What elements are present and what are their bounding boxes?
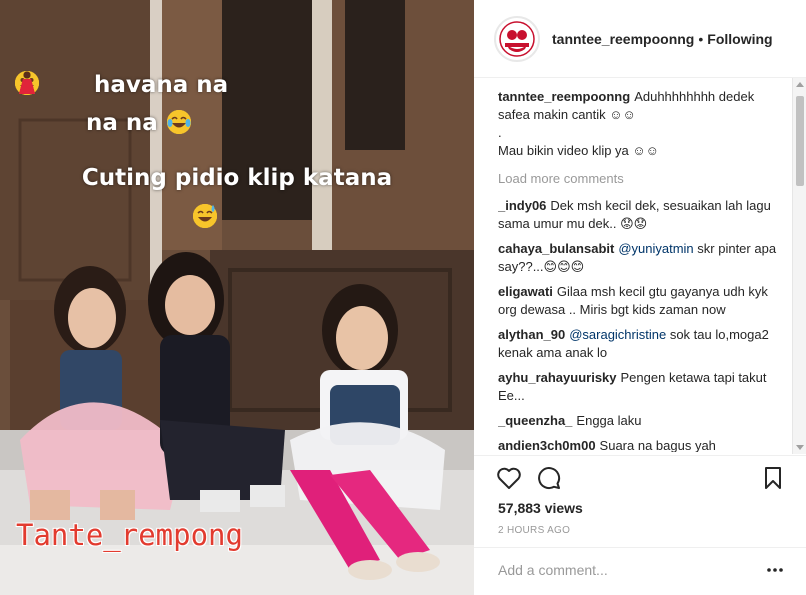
profile-avatar[interactable] — [494, 15, 540, 62]
comment-username-link[interactable]: eligawati — [498, 284, 553, 299]
like-button[interactable] — [496, 465, 522, 491]
header-username-link[interactable]: tanntee_reempoonng — [552, 31, 694, 47]
comment-mention-link[interactable]: @yuniyatmin — [618, 241, 693, 256]
comments-list[interactable]: tanntee_reempoonng Aduhhhhhhhh dedek safe… — [498, 88, 788, 452]
more-options-button[interactable] — [766, 562, 784, 578]
comment-username-link[interactable]: _indy06 — [498, 198, 546, 213]
tears-of-joy-emoji-icon — [167, 110, 191, 134]
scroll-up-arrow-icon[interactable] — [796, 82, 804, 87]
caption-text-line-3: Mau bikin video klip ya ☺☺ — [498, 143, 659, 158]
profile-logo-icon — [499, 20, 535, 57]
comment-item: andien3ch0m00 Suara na bagus yah — [498, 437, 788, 452]
caption-username-link[interactable]: tanntee_reempoonng — [498, 89, 630, 104]
comment-item: _queenzha_ Engga laku — [498, 412, 788, 430]
following-button[interactable]: Following — [707, 31, 772, 47]
comment-item: eligawati Gilaa msh kecil gtu gayanya udh… — [498, 283, 788, 319]
post-video[interactable]: havana na na na Cuting pidio klip katana… — [0, 0, 474, 595]
comment-mention-link[interactable]: @saragichristine — [569, 327, 666, 342]
comment-item: alythan_90 @saragichristine sok tau lo,mo… — [498, 326, 788, 362]
comment-item: _indy06 Dek msh kecil dek, sesuaikan lah … — [498, 197, 788, 233]
add-comment-section — [474, 547, 806, 595]
video-caption-line-3: Cuting pidio klip katana — [81, 165, 393, 191]
post-header: tanntee_reempoonng • Following — [474, 0, 806, 78]
add-comment-input[interactable] — [498, 562, 738, 578]
more-options-icon — [767, 568, 783, 572]
load-more-comments-button[interactable]: Load more comments — [498, 170, 788, 188]
instagram-post-view: havana na na na Cuting pidio klip katana… — [0, 0, 806, 595]
header-separator: • — [698, 30, 704, 47]
post-caption: tanntee_reempoonng Aduhhhhhhhh dedek safe… — [498, 88, 788, 160]
comment-username-link[interactable]: cahaya_bulansabit — [498, 241, 614, 256]
comment-username-link[interactable]: ayhu_rahayuurisky — [498, 370, 617, 385]
caption-text-line-2: . — [498, 125, 502, 140]
comments-scrollbar[interactable] — [792, 78, 806, 454]
scroll-down-arrow-icon[interactable] — [796, 445, 804, 450]
grin-sweat-emoji-icon — [193, 204, 217, 228]
post-side-panel: tanntee_reempoonng • Following tanntee_ree… — [474, 0, 806, 595]
comment-item: cahaya_bulansabit @yuniyatmin skr pinter … — [498, 240, 788, 276]
video-caption-line-1: havana na — [94, 72, 229, 98]
dancer-emoji-icon — [19, 71, 35, 94]
view-count[interactable]: 57,883 views — [498, 500, 583, 516]
comment-username-link[interactable]: _queenzha_ — [498, 413, 572, 428]
header-text: tanntee_reempoonng • Following — [552, 31, 773, 47]
video-watermark: Tante_rempong — [16, 518, 243, 552]
comment-username-link[interactable]: andien3ch0m00 — [498, 438, 596, 452]
action-icons-row — [474, 456, 806, 498]
heart-icon — [497, 467, 521, 489]
save-button[interactable] — [760, 465, 786, 491]
comment-button[interactable] — [536, 465, 562, 491]
comment-text: Engga laku — [576, 413, 642, 428]
post-actions: 57,883 views 2 HOURS AGO — [474, 455, 806, 536]
bookmark-icon — [765, 467, 781, 489]
comment-username-link[interactable]: alythan_90 — [498, 327, 565, 342]
comment-item: ayhu_rahayuurisky Pengen ketawa tapi taku… — [498, 369, 788, 405]
post-timestamp[interactable]: 2 HOURS AGO — [498, 525, 570, 536]
comment-text: Suara na bagus yah — [599, 438, 716, 452]
comment-bubble-icon — [538, 467, 561, 490]
video-caption-line-2: na na — [86, 110, 158, 136]
scrollbar-thumb[interactable] — [796, 96, 804, 186]
